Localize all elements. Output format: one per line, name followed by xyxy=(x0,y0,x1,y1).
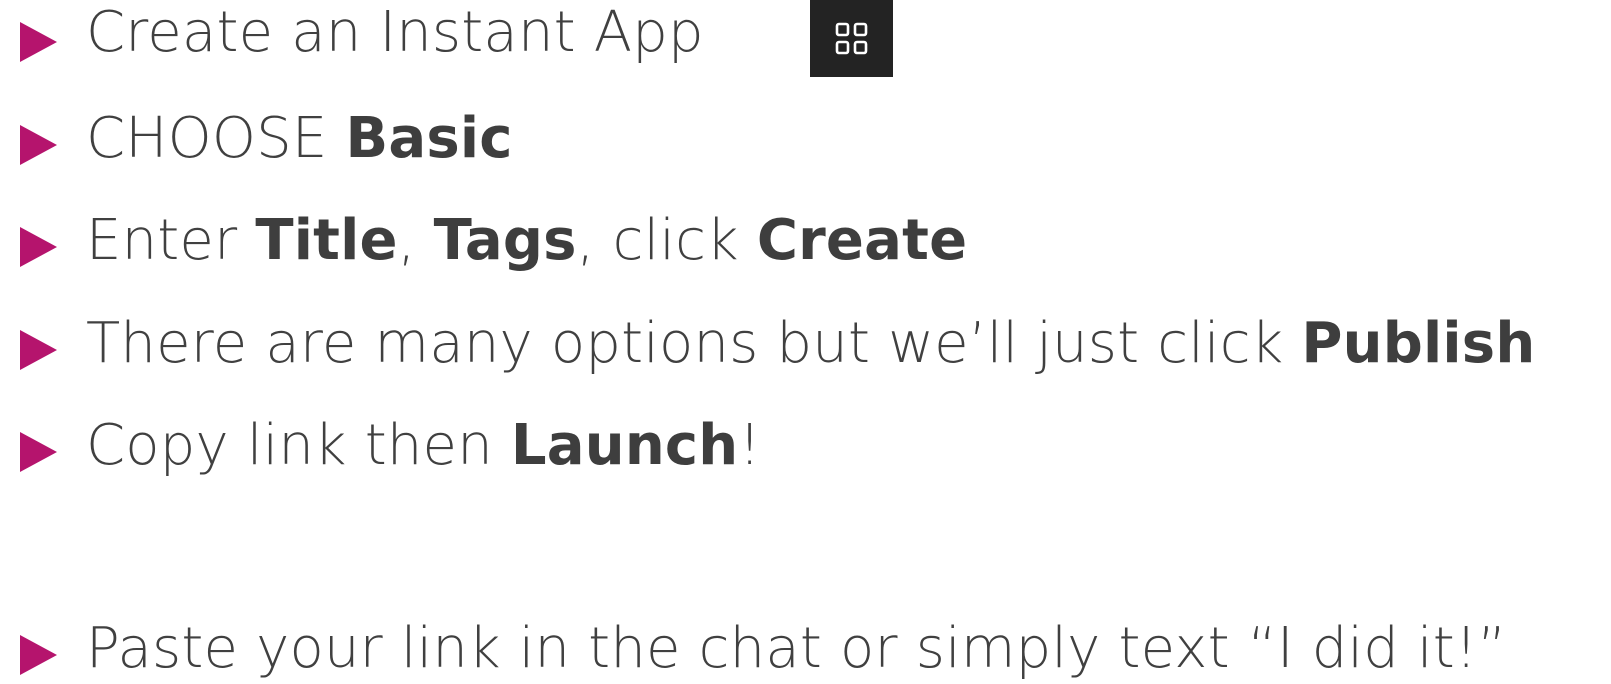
bullet-arrow-icon xyxy=(20,125,57,165)
instruction-list: Create an Instant App CHOOSE Basic Enter… xyxy=(0,0,1611,684)
bold-term: Create xyxy=(756,208,968,273)
bullet-text: CHOOSE Basic xyxy=(86,106,513,171)
bold-term: Tags xyxy=(433,208,577,273)
bold-term: Publish xyxy=(1301,311,1536,376)
bullet-arrow-icon xyxy=(20,330,57,370)
list-item: There are many options but we’ll just cl… xyxy=(0,308,1611,388)
bold-term: Launch xyxy=(510,413,739,478)
bullet-text: Paste your link in the chat or simply te… xyxy=(86,616,1507,681)
bullet-text: Copy link then Launch! xyxy=(86,413,762,478)
list-item: Enter Title, Tags, click Create xyxy=(0,205,1611,285)
bullet-arrow-icon xyxy=(20,22,57,62)
bullet-text: Enter Title, Tags, click Create xyxy=(86,208,968,273)
apps-grid-icon xyxy=(810,0,893,77)
list-item: Copy link then Launch! xyxy=(0,410,1611,490)
bullet-arrow-icon xyxy=(20,432,57,472)
bullet-text: There are many options but we’ll just cl… xyxy=(86,311,1536,376)
bold-term: Title xyxy=(255,208,398,273)
bullet-arrow-icon xyxy=(20,635,57,675)
list-item: Create an Instant App xyxy=(0,0,1611,80)
bullet-arrow-icon xyxy=(20,227,57,267)
bold-term: Basic xyxy=(345,106,513,171)
list-item: CHOOSE Basic xyxy=(0,103,1611,183)
bullet-text: Create an Instant App xyxy=(86,0,704,65)
list-item: Paste your link in the chat or simply te… xyxy=(0,613,1611,684)
